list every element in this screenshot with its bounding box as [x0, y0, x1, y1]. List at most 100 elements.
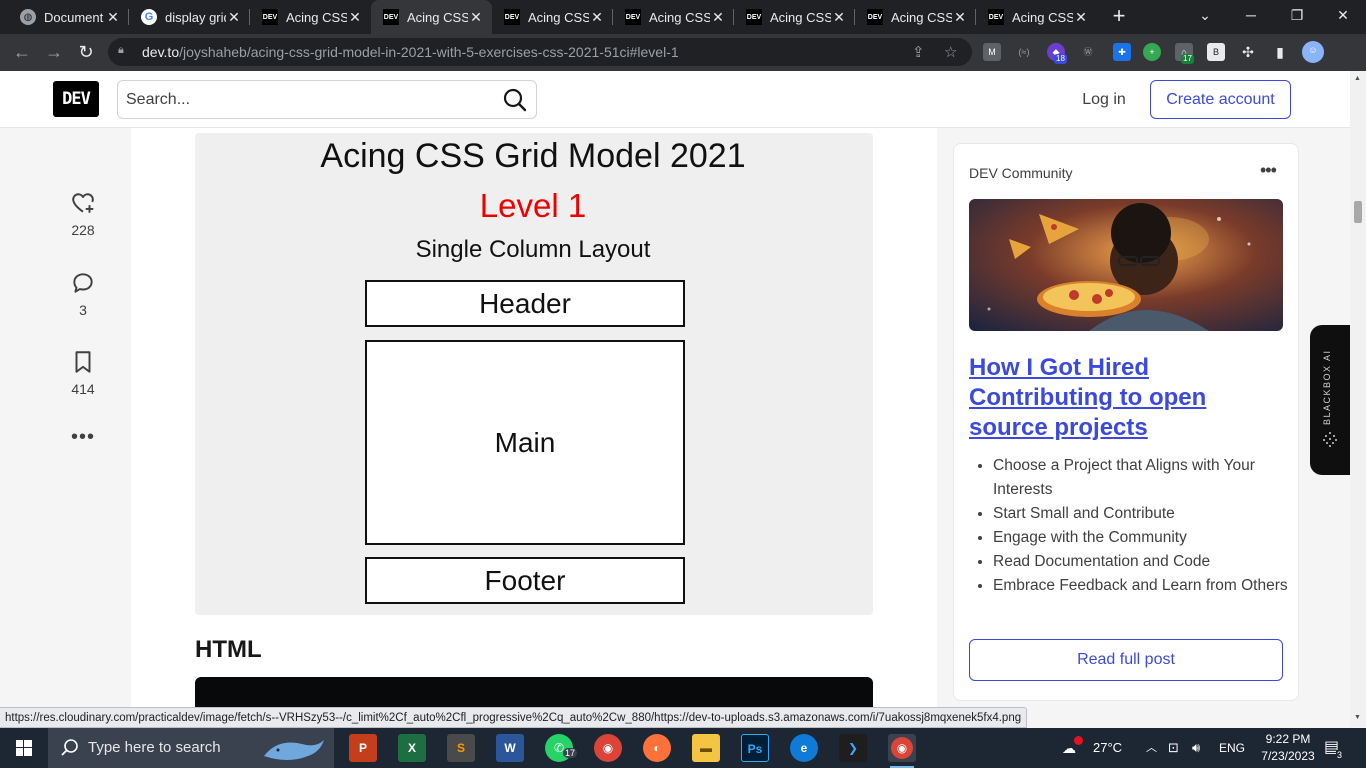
close-tab-icon[interactable]: ✕ — [105, 9, 121, 26]
new-tab-button[interactable]: + — [1107, 4, 1131, 28]
dev-icon: DEV — [262, 9, 278, 25]
tray-chevron-icon[interactable]: ︿ — [1146, 728, 1157, 768]
share-icon[interactable]: ⇪ — [912, 43, 925, 61]
reload-icon[interactable]: ↻ — [74, 40, 98, 64]
chrome-active-icon[interactable]: ◉ — [888, 734, 916, 768]
page-scrollbar[interactable]: ▲ ▼ — [1350, 71, 1366, 727]
dev-icon: DEV — [383, 9, 399, 25]
blackbox-ai-tab[interactable]: BLACKBOX AI — [1310, 325, 1350, 475]
vscode-icon[interactable]: ❯ — [839, 734, 867, 762]
link-status-bubble: https://res.cloudinary.com/practicaldev/… — [0, 707, 1028, 728]
minimize-button[interactable]: ─ — [1228, 0, 1274, 34]
back-arrow-icon[interactable]: ← — [10, 40, 34, 64]
community-label[interactable]: DEV Community — [969, 165, 1072, 181]
close-window-button[interactable]: ✕ — [1320, 0, 1366, 34]
tab-title: Acing CSS — [891, 9, 952, 25]
browser-tab[interactable]: G display grid ✕ — [129, 0, 250, 34]
taskbar-clock[interactable]: 9:22 PM 7/23/2023 — [1250, 731, 1326, 765]
bookmark-star-icon[interactable]: ☆ — [944, 43, 957, 61]
browser-tab[interactable]: DEV Acing CSS ✕ — [250, 0, 371, 34]
gmail-extension-icon[interactable]: M — [983, 43, 1001, 61]
close-tab-icon[interactable]: ✕ — [1073, 9, 1089, 26]
file-explorer-icon[interactable]: ▬ — [692, 734, 720, 762]
weather-icon[interactable]: ☁ — [1062, 728, 1076, 768]
edge-icon[interactable]: e — [790, 734, 818, 762]
code-extension-icon[interactable]: (≈) — [1015, 43, 1033, 61]
extension-badge: 17 — [1181, 54, 1194, 64]
restore-button[interactable]: ❐ — [1274, 0, 1320, 34]
url-path: /joyshaheb/acing-css-grid-model-in-2021-… — [179, 44, 679, 60]
read-full-post-button[interactable]: Read full post — [969, 639, 1283, 681]
heart-plus-icon — [72, 193, 94, 213]
login-link[interactable]: Log in — [1070, 82, 1138, 117]
language-indicator[interactable]: ENG — [1219, 728, 1245, 768]
scroll-up-icon[interactable]: ▲ — [1354, 75, 1361, 82]
wordpress-extension-icon[interactable]: Ⓦ — [1079, 43, 1097, 61]
url-text[interactable]: dev.to/joyshaheb/acing-css-grid-model-in… — [142, 44, 679, 60]
comment-button[interactable]: 3 — [58, 270, 108, 318]
tab-title: Acing CSS — [770, 9, 831, 25]
profile-avatar[interactable]: ☺ — [1302, 41, 1324, 63]
browser-tab[interactable]: DEV Acing CSS ✕ — [734, 0, 855, 34]
tab-title: Acing CSS — [528, 9, 589, 25]
search-box[interactable] — [117, 80, 537, 119]
post-title-link[interactable]: How I Got Hired Contributing to open sou… — [969, 353, 1279, 443]
address-bar[interactable]: 🔒︎ dev.to/joyshaheb/acing-css-grid-model… — [108, 38, 972, 66]
b-extension-icon[interactable]: B — [1207, 43, 1225, 61]
close-tab-icon[interactable]: ✕ — [831, 9, 847, 26]
card-options-icon[interactable]: ••• — [1260, 160, 1277, 181]
lock-icon[interactable]: 🔒︎ — [118, 44, 132, 58]
post-summary-list: Choose a Project that Aligns with Your I… — [993, 454, 1289, 598]
dev-logo[interactable]: DEV — [53, 81, 99, 117]
search-icon[interactable] — [502, 87, 528, 113]
word-icon[interactable]: W — [496, 734, 524, 762]
sidebar-card: DEV Community ••• How I Got Hired Contri… — [953, 143, 1299, 701]
excel-icon[interactable]: X — [398, 734, 426, 762]
tab-search-chevron-icon[interactable]: ⌄ — [1182, 0, 1228, 34]
browser-tab[interactable]: DEV Acing CSS ✕ — [613, 0, 734, 34]
browser-tab[interactable]: DEV Acing CSS ✕ — [976, 0, 1097, 34]
blue-extension-icon[interactable]: ✚ — [1113, 43, 1131, 61]
close-tab-icon[interactable]: ✕ — [226, 9, 242, 26]
browser-tab-active[interactable]: DEV Acing CSS ✕ — [371, 0, 492, 34]
notification-icon[interactable]: ▤ — [1324, 728, 1339, 768]
cover-image[interactable] — [969, 199, 1283, 331]
weather-alert-icon — [1074, 736, 1083, 745]
article-body: Acing CSS Grid Model 2021 Level 1 Single… — [131, 128, 937, 727]
browser-toolbar: ← → ↻ 🔒︎ dev.to/joyshaheb/acing-css-grid… — [0, 34, 1366, 71]
like-button[interactable]: 228 — [58, 190, 108, 238]
taskbar-search-box[interactable]: Type here to search — [48, 728, 334, 768]
main-box: Main — [365, 340, 685, 545]
bookmark-button[interactable]: 414 — [58, 349, 108, 397]
search-input[interactable] — [126, 89, 496, 111]
chrome-icon[interactable]: ◉ — [594, 734, 622, 762]
scroll-down-icon[interactable]: ▼ — [1354, 714, 1361, 721]
forward-arrow-icon[interactable]: → — [42, 40, 66, 64]
browser-tab[interactable]: DEV Acing CSS ✕ — [492, 0, 613, 34]
close-tab-icon[interactable]: ✕ — [347, 9, 363, 26]
article-figure[interactable]: Acing CSS Grid Model 2021 Level 1 Single… — [195, 133, 873, 615]
powerpoint-icon[interactable]: P — [349, 734, 377, 762]
browser-tab-strip: ◍ Document ✕ G display grid ✕ DEV Acing … — [0, 0, 1366, 34]
photoshop-icon[interactable]: Ps — [741, 734, 769, 762]
more-options-icon[interactable]: ••• — [58, 426, 108, 449]
puzzle-extensions-icon[interactable]: ✣ — [1239, 43, 1257, 61]
add-extension-icon[interactable]: + — [1143, 43, 1161, 61]
dev-icon: DEV — [625, 9, 641, 25]
side-panel-icon[interactable]: ▮ — [1271, 43, 1289, 61]
create-account-button[interactable]: Create account — [1150, 80, 1291, 119]
weather-temp[interactable]: 27°C — [1093, 728, 1122, 768]
volume-icon[interactable]: 🔊︎ — [1192, 728, 1200, 768]
close-tab-icon[interactable]: ✕ — [710, 9, 726, 26]
close-tab-icon[interactable]: ✕ — [468, 9, 484, 26]
browser-tab[interactable]: ◍ Document ✕ — [8, 0, 129, 34]
sublime-text-icon[interactable]: S — [447, 734, 475, 762]
windows-start-icon[interactable] — [0, 728, 48, 768]
scrollbar-thumb[interactable] — [1354, 201, 1362, 223]
firefox-icon[interactable]: ◐ — [643, 734, 671, 762]
blackbox-label: BLACKBOX AI — [1322, 349, 1332, 425]
network-icon[interactable]: ⊡ — [1168, 728, 1179, 768]
close-tab-icon[interactable]: ✕ — [589, 9, 605, 26]
browser-tab[interactable]: DEV Acing CSS ✕ — [855, 0, 976, 34]
close-tab-icon[interactable]: ✕ — [952, 9, 968, 26]
